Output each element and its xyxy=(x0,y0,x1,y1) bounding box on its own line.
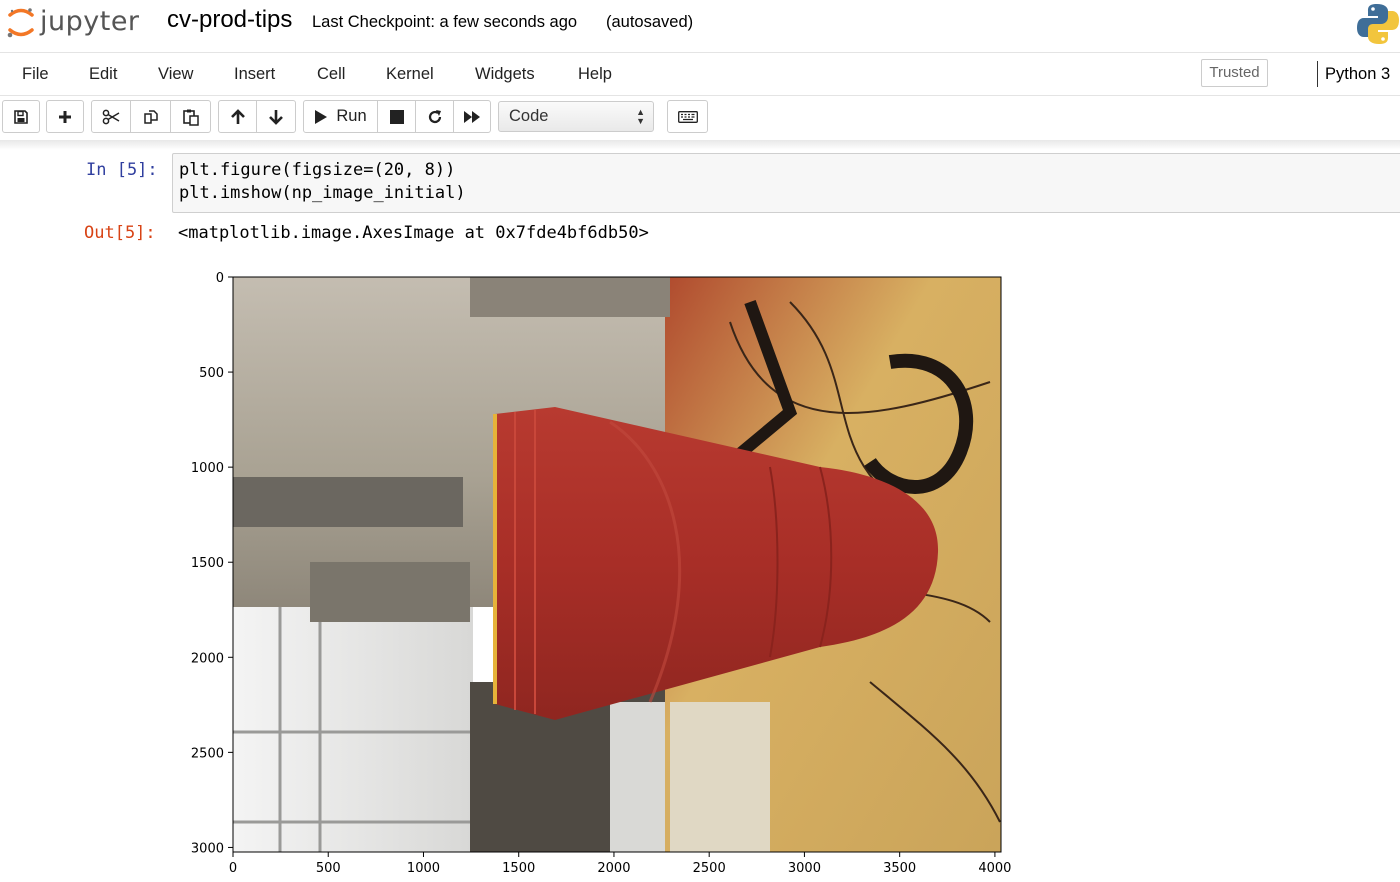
y-tick-label: 2500 xyxy=(191,746,224,761)
restart-button[interactable] xyxy=(415,100,454,133)
jupyter-logo-text: jupyter xyxy=(40,5,140,37)
python-logo-icon xyxy=(1357,4,1399,44)
code-line: plt.figure(figsize=(20, 8)) xyxy=(179,160,456,180)
cell-type-value: Code xyxy=(509,107,549,125)
paste-button[interactable] xyxy=(170,100,211,133)
x-tick-label: 1500 xyxy=(502,861,535,876)
output-prompt: Out[5]: xyxy=(84,223,156,243)
x-tick-label: 3500 xyxy=(883,861,916,876)
code-cell-editor[interactable]: plt.figure(figsize=(20, 8)) plt.imshow(n… xyxy=(172,153,1400,213)
arrow-down-icon xyxy=(269,109,283,125)
menu-help[interactable]: Help xyxy=(578,65,612,84)
trusted-indicator[interactable]: Trusted xyxy=(1201,59,1268,87)
x-tick-label: 4000 xyxy=(978,861,1011,876)
output-text: <matplotlib.image.AxesImage at 0x7fde4bf… xyxy=(178,223,649,243)
kernel-name[interactable]: Python 3 xyxy=(1325,65,1390,84)
checkpoint-status: Last Checkpoint: a few seconds ago xyxy=(312,13,578,31)
menubar: File Edit View Insert Cell Kernel Widget… xyxy=(0,52,1400,96)
y-tick-label: 1000 xyxy=(191,461,224,476)
toolbar-shadow xyxy=(0,140,1400,150)
jupyter-logo-icon xyxy=(7,8,34,38)
move-up-button[interactable] xyxy=(218,100,257,133)
y-tick-label: 0 xyxy=(216,271,224,286)
x-tick-label: 500 xyxy=(316,861,341,876)
x-tick-label: 0 xyxy=(229,861,237,876)
menu-file[interactable]: File xyxy=(22,65,49,84)
y-tick-label: 1500 xyxy=(191,556,224,571)
arrow-up-icon xyxy=(230,108,245,124)
autosave-status: (autosaved) xyxy=(606,13,694,31)
restart-icon xyxy=(428,109,441,123)
fast-forward-icon xyxy=(464,110,480,123)
kernel-divider xyxy=(1317,61,1318,87)
y-tick-label: 2000 xyxy=(191,651,224,666)
cut-button[interactable] xyxy=(91,100,131,133)
x-tick-label: 2000 xyxy=(597,861,630,876)
restart-run-all-button[interactable] xyxy=(453,100,491,133)
plus-icon xyxy=(59,110,71,123)
y-tick-label: 3000 xyxy=(191,841,224,856)
imshow-plot: 0 500 1000 1500 2000 2500 3000 3500 4000 0 500 1000… xyxy=(191,271,1012,876)
interrupt-button[interactable] xyxy=(377,100,416,133)
insert-cell-button[interactable] xyxy=(46,100,84,133)
menu-cell[interactable]: Cell xyxy=(317,65,345,84)
x-tick-label: 2500 xyxy=(693,861,726,876)
run-icon xyxy=(315,109,328,124)
menu-kernel[interactable]: Kernel xyxy=(386,65,434,84)
input-prompt: In [5]: xyxy=(86,160,158,180)
copy-icon xyxy=(143,109,158,124)
menu-view[interactable]: View xyxy=(158,65,193,84)
code-line: plt.imshow(np_image_initial) xyxy=(179,183,466,203)
y-tick-label: 500 xyxy=(199,366,224,381)
paste-icon xyxy=(182,109,199,126)
notebook-header: jupyter cv-prod-tips Last Checkpoint: a … xyxy=(0,0,1400,50)
command-palette-button[interactable] xyxy=(667,100,708,133)
x-tick-label: 1000 xyxy=(407,861,440,876)
menu-edit[interactable]: Edit xyxy=(89,65,117,84)
run-button-label: Run xyxy=(336,107,367,125)
menu-widgets[interactable]: Widgets xyxy=(475,65,535,84)
copy-button[interactable] xyxy=(130,100,171,133)
stop-icon xyxy=(389,109,404,124)
cell-type-select[interactable]: Code ▲ ▼ xyxy=(498,101,654,132)
menu-insert[interactable]: Insert xyxy=(234,65,275,84)
select-arrows-icon: ▲ ▼ xyxy=(636,107,645,126)
move-down-button[interactable] xyxy=(256,100,296,133)
x-tick-label: 3000 xyxy=(788,861,821,876)
cut-icon xyxy=(102,109,120,124)
toolbar: Run Code ▲ ▼ xyxy=(0,100,1400,136)
keyboard-icon xyxy=(677,110,698,123)
photo-image xyxy=(233,277,1001,852)
save-icon xyxy=(14,109,28,124)
jupyter-logo[interactable]: jupyter xyxy=(6,4,140,42)
save-button[interactable] xyxy=(2,100,40,133)
notebook-title[interactable]: cv-prod-tips xyxy=(167,6,292,34)
run-button[interactable]: Run xyxy=(303,100,378,133)
